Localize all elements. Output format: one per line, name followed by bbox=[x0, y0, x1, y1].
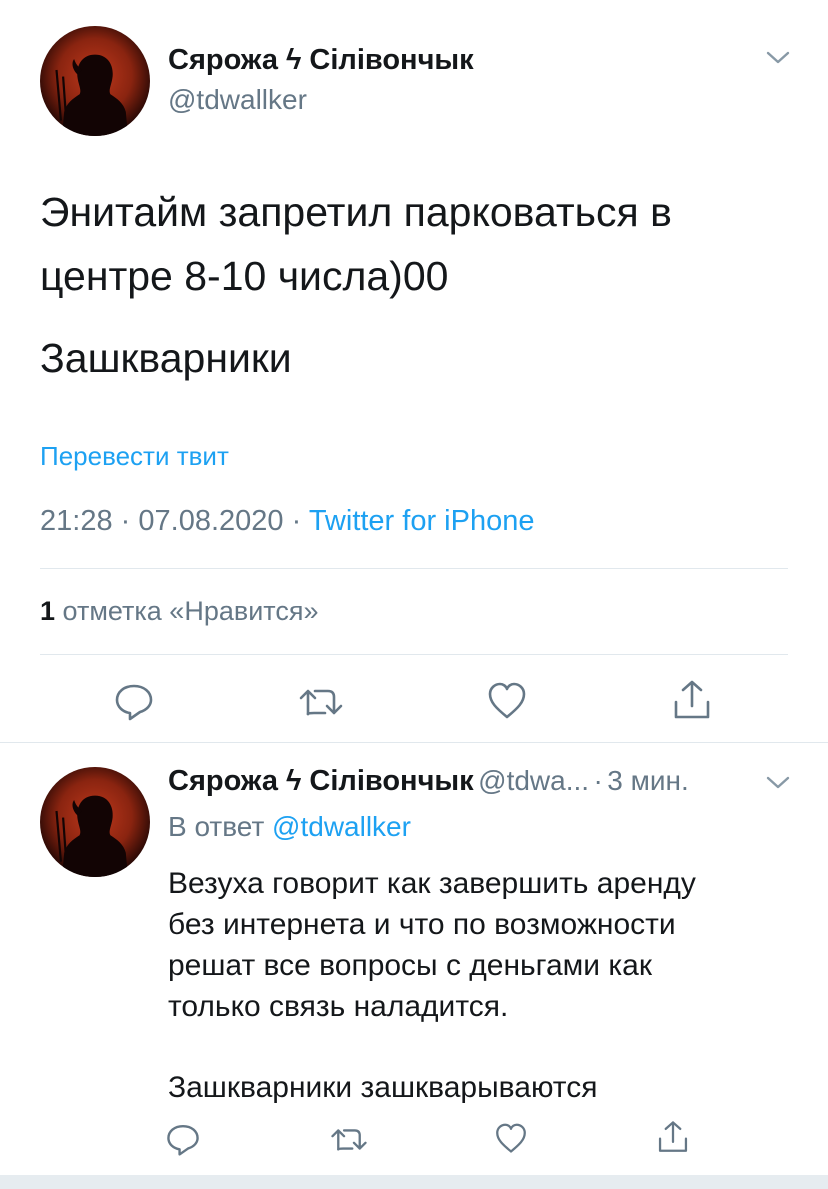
tweet-text-line-3: Зашкварники bbox=[40, 335, 292, 381]
reply-author-handle[interactable]: @tdwa... bbox=[478, 765, 589, 796]
reply-tweet[interactable]: Сярожа ϟ Сілівончык @tdwa... · 3 мин. В … bbox=[0, 743, 828, 1175]
divider bbox=[40, 568, 788, 569]
reply-prefix: В ответ bbox=[168, 811, 265, 842]
avatar-silhouette bbox=[55, 795, 128, 877]
likes-count: 1 bbox=[40, 596, 56, 626]
reply-text-line-1: Везуха говорит как завершить аренду bbox=[168, 867, 696, 900]
retweet-icon[interactable] bbox=[298, 682, 344, 722]
chevron-down-icon[interactable] bbox=[764, 773, 792, 793]
heart-icon[interactable] bbox=[486, 681, 528, 721]
translate-tweet-link[interactable]: Перевести твит bbox=[40, 441, 229, 472]
author-avatar[interactable] bbox=[40, 26, 150, 136]
reply-time-ago: 3 мин. bbox=[607, 765, 689, 796]
reply-header: Сярожа ϟ Сілівончык @tdwa... · 3 мин. bbox=[168, 765, 689, 798]
reply-text-line-2: без интернета и что по возможности bbox=[168, 908, 676, 941]
reply-author-avatar[interactable] bbox=[40, 767, 150, 877]
tweet-text-line-2: центре 8-10 числа)00 bbox=[40, 253, 449, 299]
reply-to-link[interactable]: @tdwallker bbox=[272, 811, 411, 842]
main-tweet: Сярожа ϟ Сілівончык @tdwallker Энитайм з… bbox=[0, 0, 828, 742]
tweet-meta: 21:28 · 07.08.2020 · Twitter for iPhone bbox=[40, 505, 534, 538]
reply-author-name[interactable]: Сярожа ϟ Сілівончык bbox=[168, 765, 474, 797]
reply-icon[interactable] bbox=[165, 1121, 201, 1157]
divider bbox=[40, 654, 788, 655]
meta-separator: · bbox=[593, 765, 603, 796]
reply-context: В ответ @tdwallker bbox=[168, 811, 411, 843]
share-icon[interactable] bbox=[656, 1119, 690, 1155]
tweet-date: 07.08.2020 bbox=[138, 505, 284, 537]
share-icon[interactable] bbox=[671, 678, 713, 722]
reply-text-line-4: только связь наладится. bbox=[168, 990, 509, 1023]
reply-text-line-5: Зашкварники зашкварываются bbox=[168, 1071, 598, 1104]
tweet-time: 21:28 bbox=[40, 505, 113, 537]
meta-separator: · bbox=[291, 505, 302, 537]
tweet-text-line-1: Энитайм запретил парковаться в bbox=[40, 189, 672, 235]
heart-icon[interactable] bbox=[494, 1122, 528, 1155]
likes-summary[interactable]: 1 отметка «Нравится» bbox=[40, 596, 318, 627]
tweet-client-link[interactable]: Twitter for iPhone bbox=[309, 505, 535, 537]
bottom-separator bbox=[0, 1175, 828, 1189]
chevron-down-icon[interactable] bbox=[764, 48, 792, 68]
likes-label: отметка «Нравится» bbox=[62, 596, 319, 626]
avatar-silhouette bbox=[55, 54, 128, 136]
retweet-icon[interactable] bbox=[330, 1123, 368, 1156]
reply-icon[interactable] bbox=[113, 680, 155, 722]
author-name[interactable]: Сярожа ϟ Сілівончык bbox=[168, 44, 474, 77]
meta-separator: · bbox=[120, 505, 131, 537]
author-handle[interactable]: @tdwallker bbox=[168, 84, 307, 116]
reply-text-line-3: решат все вопросы с деньгами как bbox=[168, 949, 652, 982]
